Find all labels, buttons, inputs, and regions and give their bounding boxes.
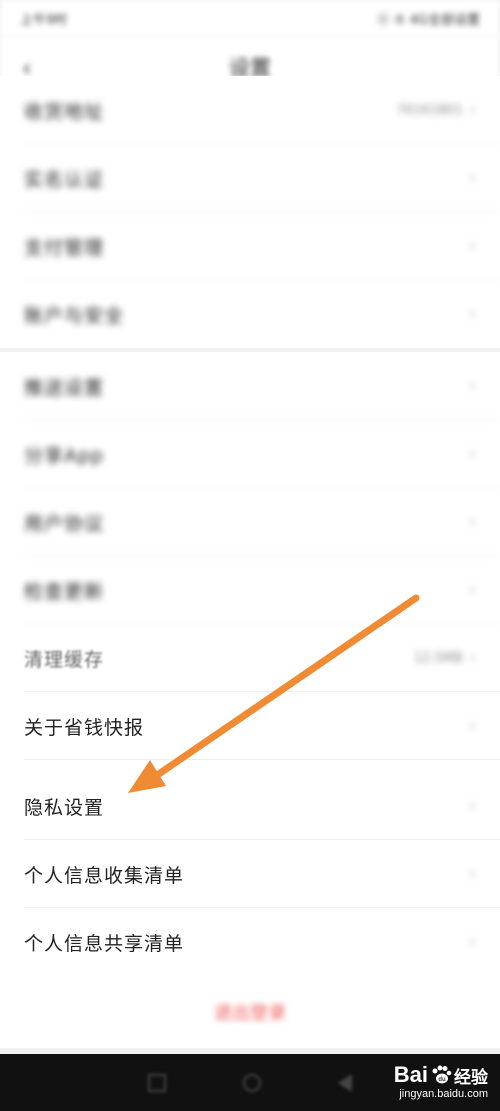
settings-row-info-collection[interactable]: 个人信息收集清单 › (0, 840, 500, 908)
chevron-right-icon: › (468, 167, 476, 188)
home-icon[interactable] (242, 1073, 261, 1092)
settings-row-verify[interactable]: 实名认证 › (0, 144, 500, 212)
watermark-jingyan: 经验 (454, 1067, 488, 1087)
settings-row-address[interactable]: 收货地址 76161801 › (0, 76, 500, 144)
watermark-bai: Bai (393, 1062, 428, 1087)
settings-row-payment[interactable]: 支付管理 › (0, 212, 500, 280)
recent-apps-icon[interactable] (148, 1073, 167, 1092)
baidu-jingyan-watermark: Bai du 经验 jingyan.baidu.com (370, 1057, 488, 1105)
settings-row-clear-cache[interactable]: 清理缓存 12.5MB › (0, 624, 500, 692)
settings-row-value: 12.5MB (413, 650, 463, 666)
settings-row-update[interactable]: 检查更新 › (0, 556, 500, 624)
settings-row-agreement[interactable]: 用户协议 › (0, 488, 500, 556)
chevron-right-icon: › (468, 579, 476, 600)
chevron-right-icon: › (468, 235, 476, 256)
settings-row-label: 推送设置 (24, 376, 105, 399)
chevron-right-icon: › (468, 99, 476, 120)
settings-group-account: 收货地址 76161801 › 实名认证 › 支付管理 › 账户与安全 › (0, 76, 500, 348)
settings-row-label: 清理缓存 (24, 648, 105, 671)
chevron-right-icon: › (468, 715, 476, 736)
svg-text:du: du (438, 1077, 446, 1083)
settings-row-info-sharing[interactable]: 个人信息共享清单 › (0, 908, 500, 976)
logout-label: 退出登录 (214, 1003, 286, 1024)
status-bar: 上午9时 ⓝ ⑤ 4G全部设置 (0, 0, 500, 36)
settings-row-label: 个人信息共享清单 (24, 932, 185, 955)
back-icon[interactable] (337, 1073, 352, 1092)
settings-row-label: 个人信息收集清单 (24, 864, 185, 887)
chevron-right-icon: › (468, 443, 476, 464)
chevron-right-icon: › (468, 303, 476, 324)
chevron-right-icon: › (468, 511, 476, 532)
watermark-url: jingyan.baidu.com (399, 1088, 488, 1100)
settings-row-share[interactable]: 分享App › (0, 420, 500, 488)
settings-row-label: 隐私设置 (24, 796, 105, 819)
settings-row-label: 收货地址 (24, 100, 105, 123)
settings-row-label: 账户与安全 (24, 304, 125, 327)
chevron-right-icon: › (468, 795, 476, 816)
settings-row-label: 检查更新 (24, 580, 105, 603)
chevron-right-icon: › (468, 931, 476, 952)
chevron-right-icon: › (468, 863, 476, 884)
settings-row-push[interactable]: 推送设置 › (0, 352, 500, 420)
chevron-right-icon: › (468, 647, 476, 668)
settings-row-privacy[interactable]: 隐私设置 › (0, 772, 500, 840)
logout-button[interactable]: 退出登录 (0, 976, 500, 1048)
settings-row-value: 76161801 (396, 102, 463, 118)
settings-row-about[interactable]: 关于省钱快报 › (0, 692, 500, 760)
baidu-paw-icon: du (432, 1065, 452, 1084)
settings-row-label: 用户协议 (24, 512, 105, 535)
status-time: 上午9时 (20, 12, 68, 28)
settings-row-label: 实名认证 (24, 168, 105, 191)
settings-row-label: 分享App (24, 444, 105, 467)
chevron-right-icon: › (468, 375, 476, 396)
status-indicators: ⓝ ⑤ 4G全部设置 (376, 12, 480, 28)
settings-row-label: 支付管理 (24, 236, 105, 259)
settings-row-account-security[interactable]: 账户与安全 › (0, 280, 500, 348)
settings-row-label: 关于省钱快报 (24, 716, 145, 739)
settings-group-general: 推送设置 › 分享App › 用户协议 › 检查更新 › 清理缓存 12.5MB… (0, 352, 500, 976)
